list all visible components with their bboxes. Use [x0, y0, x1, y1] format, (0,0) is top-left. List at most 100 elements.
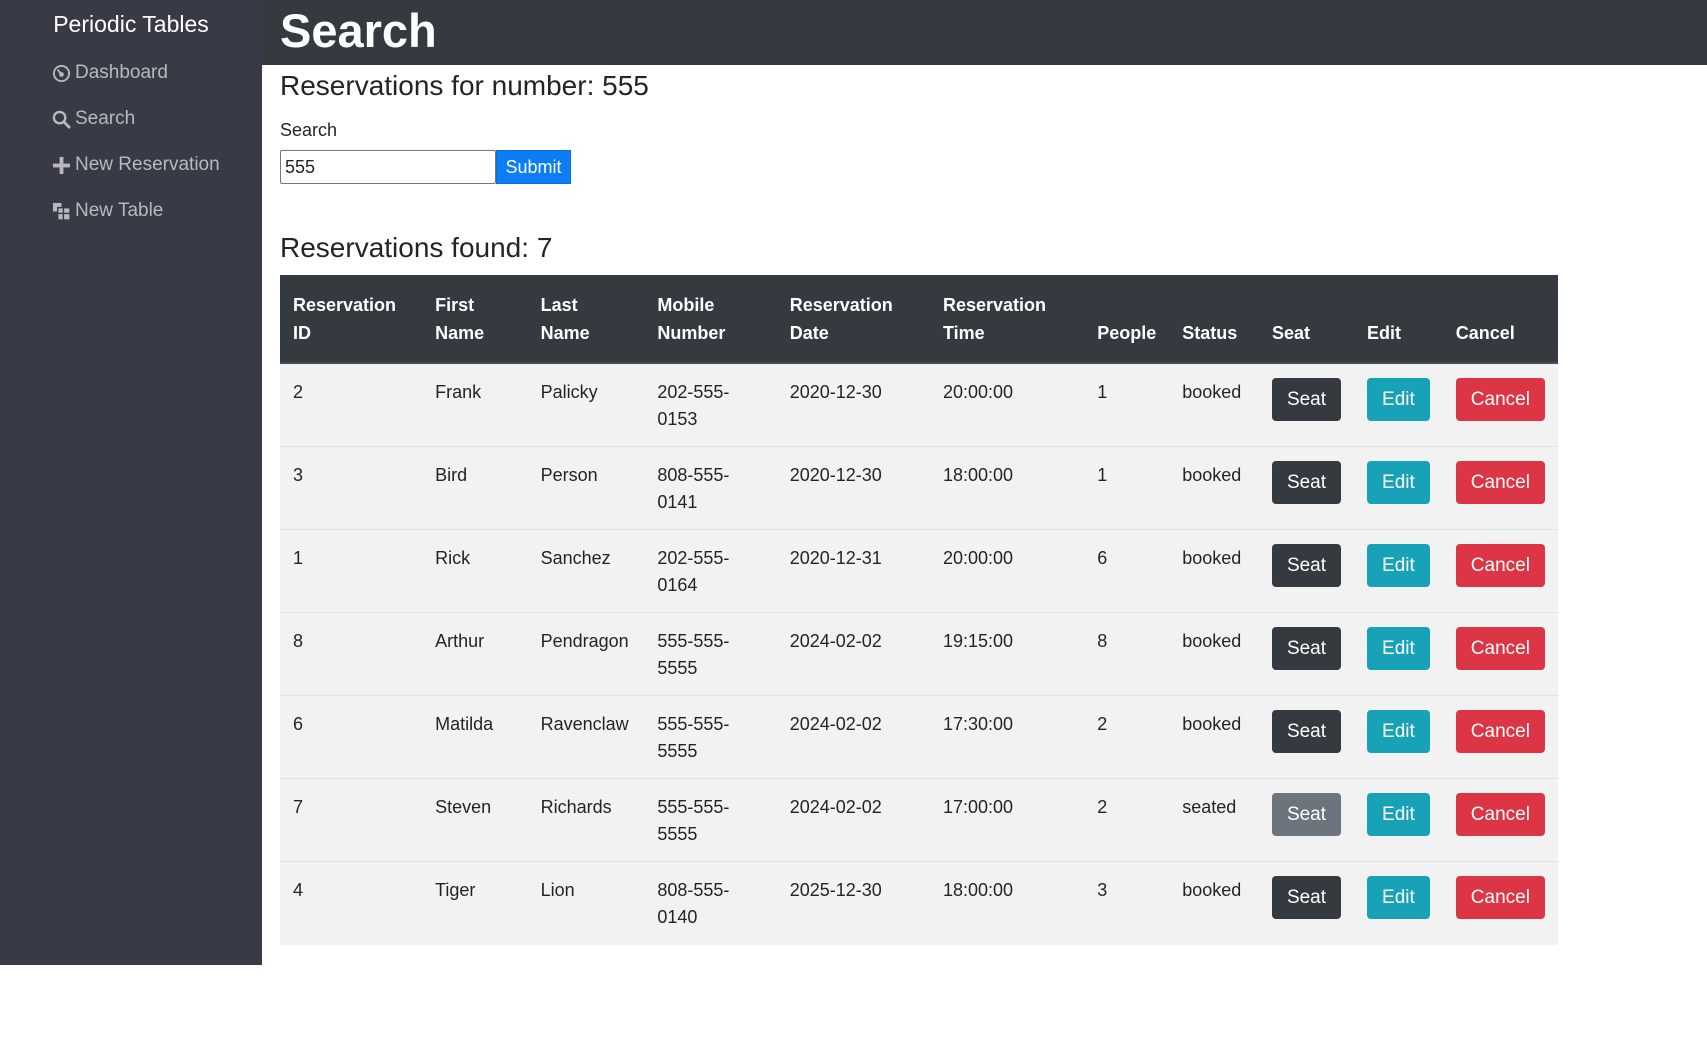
- edit-button[interactable]: Edit: [1367, 627, 1430, 670]
- last-name: Person: [540, 465, 598, 485]
- sidebar-item-label: Dashboard: [75, 62, 168, 83]
- cancel-button[interactable]: Cancel: [1455, 378, 1545, 421]
- status-text: booked: [1182, 465, 1242, 485]
- reservation-time: 18:00:00: [943, 465, 1014, 485]
- seat-button[interactable]: Seat: [1271, 461, 1342, 504]
- reservation-date: 2020-12-30: [789, 382, 882, 402]
- edit-button[interactable]: Edit: [1367, 544, 1430, 587]
- reservation-id: 1: [293, 548, 304, 568]
- search-input[interactable]: [280, 150, 496, 184]
- mobile-number: 202-555- 0164: [657, 548, 730, 595]
- reservation-date: 2020-12-30: [789, 465, 882, 485]
- last-name: Richards: [540, 797, 612, 817]
- table-row: 6 Matilda Ravenclaw 555-555- 5555 2024-02…: [280, 695, 1558, 779]
- seat-button[interactable]: Seat: [1271, 544, 1342, 587]
- cancel-button[interactable]: Cancel: [1455, 461, 1545, 504]
- status-text: booked: [1182, 714, 1242, 734]
- mobile-number: 555-555- 5555: [657, 797, 730, 844]
- last-name: Lion: [540, 880, 575, 900]
- table-row: 2 Frank Palicky 202-555- 0153 2020-12-30 …: [280, 363, 1558, 447]
- edit-button[interactable]: Edit: [1367, 793, 1430, 836]
- cancel-button[interactable]: Cancel: [1455, 793, 1545, 836]
- reservation-id: 6: [293, 714, 304, 734]
- first-name: Rick: [435, 548, 471, 568]
- reservation-time: 17:00:00: [943, 797, 1014, 817]
- cancel-button[interactable]: Cancel: [1455, 544, 1545, 587]
- status-text: booked: [1182, 631, 1242, 651]
- reservation-time: 17:30:00: [943, 714, 1014, 734]
- people-count: 1: [1097, 465, 1108, 485]
- search-icon: [51, 109, 71, 129]
- column-header: Mobile Number: [644, 275, 777, 364]
- seat-button-disabled[interactable]: Seat: [1271, 793, 1342, 836]
- edit-button[interactable]: Edit: [1367, 876, 1430, 919]
- mobile-number: 808-555- 0140: [657, 880, 730, 927]
- table-row: 4 Tiger Lion 808-555- 0140 2025-12-30 18:…: [280, 861, 1558, 945]
- reservation-time: 18:00:00: [943, 880, 1014, 900]
- page-header: Search: [262, 0, 1707, 65]
- status-text: booked: [1182, 548, 1242, 568]
- column-header: Cancel: [1442, 275, 1558, 364]
- edit-button[interactable]: Edit: [1367, 710, 1430, 753]
- seat-button[interactable]: Seat: [1271, 710, 1342, 753]
- cancel-button[interactable]: Cancel: [1455, 627, 1545, 670]
- table-row: 7 Steven Richards 555-555- 5555 2024-02-0…: [280, 778, 1558, 862]
- sidebar-item-new-table[interactable]: New Table: [0, 188, 262, 234]
- search-label: Search: [280, 120, 338, 140]
- column-header: First Name: [422, 275, 528, 364]
- column-header: People: [1084, 275, 1170, 364]
- people-count: 6: [1097, 548, 1108, 568]
- reservation-id: 4: [293, 880, 304, 900]
- column-header: Reservation Time: [930, 275, 1085, 364]
- first-name: Bird: [435, 465, 468, 485]
- sidebar-item-search[interactable]: Search: [0, 96, 262, 142]
- reservations-found-title: Reservations found: 7: [280, 232, 553, 263]
- first-name: Frank: [435, 382, 482, 402]
- dashboard-icon: [51, 63, 71, 83]
- sidebar-item-new-reservation[interactable]: New Reservation: [0, 142, 262, 188]
- reservation-id: 7: [293, 797, 304, 817]
- seat-button[interactable]: Seat: [1271, 876, 1342, 919]
- seat-button[interactable]: Seat: [1271, 627, 1342, 670]
- cancel-button[interactable]: Cancel: [1455, 710, 1545, 753]
- brand-title[interactable]: Periodic Tables: [0, 0, 262, 50]
- plus-icon: [51, 155, 71, 175]
- mobile-number: 808-555- 0141: [657, 465, 730, 512]
- people-count: 1: [1097, 382, 1108, 402]
- reservation-time: 20:00:00: [943, 382, 1014, 402]
- sidebar: Periodic Tables Dashboard Search New Res…: [0, 0, 262, 965]
- reservation-date: 2024-02-02: [789, 797, 882, 817]
- main-content: Search Reservations for number: 555 Sear…: [262, 0, 1707, 1057]
- reservation-date: 2024-02-02: [789, 714, 882, 734]
- mobile-number: 202-555- 0153: [657, 382, 730, 429]
- first-name: Arthur: [435, 631, 485, 651]
- reservation-date: 2025-12-30: [789, 880, 882, 900]
- cancel-button[interactable]: Cancel: [1455, 876, 1545, 919]
- status-text: booked: [1182, 382, 1242, 402]
- sidebar-item-label: New Reservation: [75, 154, 220, 175]
- people-count: 8: [1097, 631, 1108, 651]
- reservation-id: 2: [293, 382, 304, 402]
- reservation-id: 3: [293, 465, 304, 485]
- seat-button[interactable]: Seat: [1271, 378, 1342, 421]
- sidebar-item-label: New Table: [75, 200, 164, 221]
- last-name: Sanchez: [540, 548, 611, 568]
- sidebar-item-dashboard[interactable]: Dashboard: [0, 50, 262, 96]
- submit-button[interactable]: Submit: [496, 150, 571, 184]
- column-header: Status: [1169, 275, 1259, 364]
- first-name: Matilda: [435, 714, 494, 734]
- people-count: 2: [1097, 714, 1108, 734]
- reservation-id: 8: [293, 631, 304, 651]
- search-form: Submit: [280, 150, 1695, 184]
- last-name: Pendragon: [540, 631, 629, 651]
- table-row: 1 Rick Sanchez 202-555- 0164 2020-12-31 2…: [280, 529, 1558, 613]
- reservation-date: 2024-02-02: [789, 631, 882, 651]
- column-header: Reservation ID: [280, 275, 423, 364]
- status-text: seated: [1182, 797, 1237, 817]
- page-title: Search: [280, 4, 437, 57]
- edit-button[interactable]: Edit: [1367, 378, 1430, 421]
- column-header: Reservation Date: [776, 275, 930, 364]
- edit-button[interactable]: Edit: [1367, 461, 1430, 504]
- column-header: Edit: [1354, 275, 1443, 364]
- sidebar-item-label: Search: [75, 108, 136, 129]
